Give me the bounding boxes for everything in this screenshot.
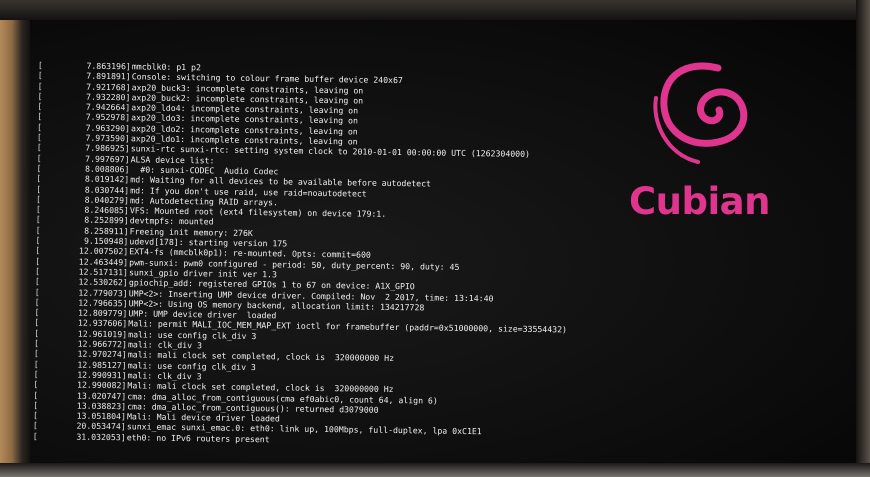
log-open-bracket: [ xyxy=(36,173,42,184)
log-open-bracket: [ xyxy=(37,111,43,122)
log-open-bracket: [ xyxy=(34,296,40,307)
log-open-bracket: [ xyxy=(37,90,43,101)
log-open-bracket: [ xyxy=(34,327,40,338)
log-timestamp: 13.051804 xyxy=(76,410,122,422)
log-open-bracket: [ xyxy=(33,358,39,369)
log-timestamp: 8.246085 xyxy=(84,204,124,216)
log-timestamp: 12.809779 xyxy=(78,307,123,319)
log-open-bracket: [ xyxy=(37,60,43,71)
log-timestamp: 8.019142 xyxy=(84,173,125,185)
log-timestamp: 7.891891 xyxy=(86,70,126,82)
log-open-bracket: [ xyxy=(35,214,41,225)
log-open-bracket: [ xyxy=(32,430,38,441)
log-timestamp: 12.530262 xyxy=(78,276,123,288)
log-timestamp: 20.053474 xyxy=(76,420,121,432)
log-timestamp: 31.032053 xyxy=(76,431,121,442)
log-open-bracket: [ xyxy=(35,255,41,266)
log-open-bracket: [ xyxy=(35,235,41,246)
log-timestamp: 8.252899 xyxy=(84,215,124,226)
log-timestamp: 9.150948 xyxy=(83,235,124,247)
log-timestamp: 12.517131 xyxy=(78,266,124,278)
monitor-bezel-right xyxy=(856,0,870,477)
log-open-bracket: [ xyxy=(35,204,41,215)
log-timestamp: 7.997697 xyxy=(85,153,125,164)
desk-surface xyxy=(0,463,870,477)
photo-frame: [7.863196] mmcblk0: p1 p2[7.891891] Cons… xyxy=(0,0,870,477)
boot-log: [7.863196] mmcblk0: p1 p2[7.891891] Cons… xyxy=(33,60,638,449)
log-timestamp: 8.258911 xyxy=(84,225,124,236)
log-open-bracket: [ xyxy=(33,337,40,349)
log-timestamp: 12.796635 xyxy=(78,297,123,309)
log-open-bracket: [ xyxy=(33,399,39,410)
log-timestamp: 7.932280 xyxy=(85,91,126,103)
log-open-bracket: [ xyxy=(36,121,43,132)
log-timestamp: 7.963290 xyxy=(85,122,126,134)
log-open-bracket: [ xyxy=(33,368,39,379)
log-open-bracket: [ xyxy=(34,317,40,328)
log-timestamp: 8.008806 xyxy=(84,163,125,175)
log-timestamp: 7.973590 xyxy=(85,132,125,144)
brand-name: Cubian xyxy=(629,180,770,223)
log-timestamp: 12.779073 xyxy=(78,287,123,298)
log-timestamp: 7.942664 xyxy=(85,101,126,113)
log-timestamp: 12.007502 xyxy=(78,245,124,257)
log-timestamp: 12.985127 xyxy=(77,359,122,370)
log-timestamp: 12.966772 xyxy=(77,338,123,350)
console-screen: [7.863196] mmcblk0: p1 p2[7.891891] Cons… xyxy=(30,20,856,463)
log-timestamp: 7.863196 xyxy=(86,60,126,72)
log-open-bracket: [ xyxy=(32,420,38,431)
log-timestamp: 13.020747 xyxy=(76,390,122,401)
monitor-bezel-top xyxy=(0,0,870,20)
log-timestamp: 13.038823 xyxy=(76,400,122,411)
log-timestamp: 12.990082 xyxy=(77,379,122,391)
log-open-bracket: [ xyxy=(34,307,40,318)
log-open-bracket: [ xyxy=(37,80,43,91)
log-open-bracket: [ xyxy=(33,389,39,400)
log-timestamp: 12.937606 xyxy=(77,318,123,329)
log-timestamp: 12.463449 xyxy=(78,256,124,267)
log-timestamp: 7.986925 xyxy=(85,143,125,154)
log-open-bracket: [ xyxy=(35,245,41,256)
log-timestamp: 7.952978 xyxy=(85,112,126,123)
log-open-bracket: [ xyxy=(36,142,42,153)
log-timestamp: 12.970274 xyxy=(77,348,122,360)
log-open-bracket: [ xyxy=(36,132,42,143)
log-open-bracket: [ xyxy=(35,224,41,235)
log-timestamp: 8.040279 xyxy=(84,194,125,206)
log-open-bracket: [ xyxy=(35,193,42,204)
log-open-bracket: [ xyxy=(33,379,39,390)
log-open-bracket: [ xyxy=(37,70,43,81)
log-timestamp: 12.990931 xyxy=(77,369,122,381)
log-timestamp: 7.921768 xyxy=(86,81,126,92)
log-timestamp: 8.030744 xyxy=(84,184,125,195)
log-open-bracket: [ xyxy=(36,162,42,174)
log-open-bracket: [ xyxy=(36,183,42,194)
log-open-bracket: [ xyxy=(34,265,41,276)
log-open-bracket: [ xyxy=(32,410,39,421)
log-open-bracket: [ xyxy=(37,101,43,112)
log-timestamp: 12.961019 xyxy=(77,328,123,339)
log-open-bracket: [ xyxy=(33,348,39,359)
log-open-bracket: [ xyxy=(36,152,42,163)
log-open-bracket: [ xyxy=(34,276,40,287)
debian-swirl-icon xyxy=(653,62,748,164)
log-open-bracket: [ xyxy=(34,286,40,297)
log-message: eth0: no IPv6 routers present xyxy=(126,431,270,444)
